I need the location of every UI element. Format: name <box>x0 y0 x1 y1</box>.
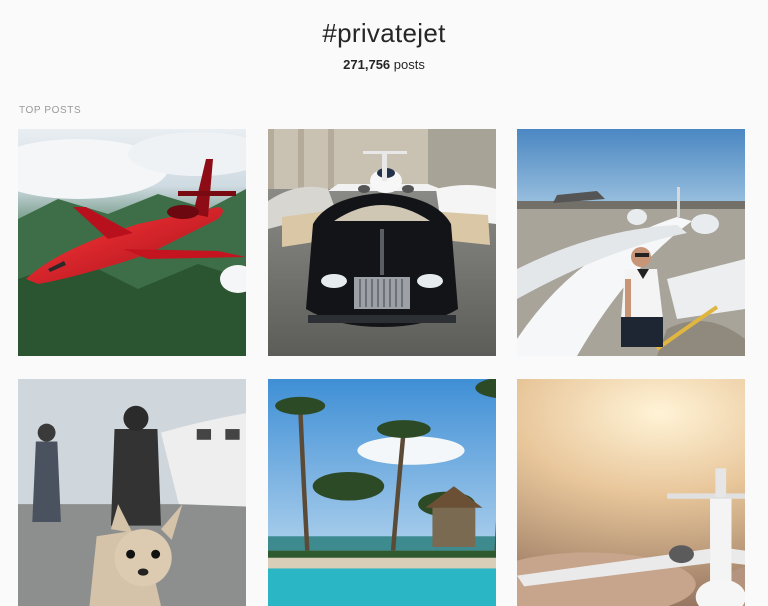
dog-jet-image <box>18 379 246 606</box>
post-count: 271,756 posts <box>0 57 768 72</box>
hashtag-title: #privatejet <box>322 18 446 48</box>
post-thumbnail-dog[interactable] <box>18 379 246 606</box>
post-thumbnail-resort[interactable] <box>268 379 496 606</box>
red-jet-image <box>18 129 246 356</box>
top-posts-label: TOP POSTS <box>19 105 82 116</box>
post-thumbnail-rolls-royce[interactable] <box>268 129 496 356</box>
jet-clouds-image <box>517 379 745 606</box>
post-thumbnail-red-jet[interactable] <box>18 129 246 356</box>
resort-image <box>268 379 496 606</box>
post-thumbnail-pilot[interactable] <box>517 129 745 356</box>
post-thumbnail-jet-clouds[interactable] <box>517 379 745 606</box>
post-count-suffix: posts <box>390 57 425 72</box>
post-count-number: 271,756 <box>343 57 391 72</box>
pilot-image <box>517 129 745 356</box>
rolls-royce-image <box>268 129 496 356</box>
